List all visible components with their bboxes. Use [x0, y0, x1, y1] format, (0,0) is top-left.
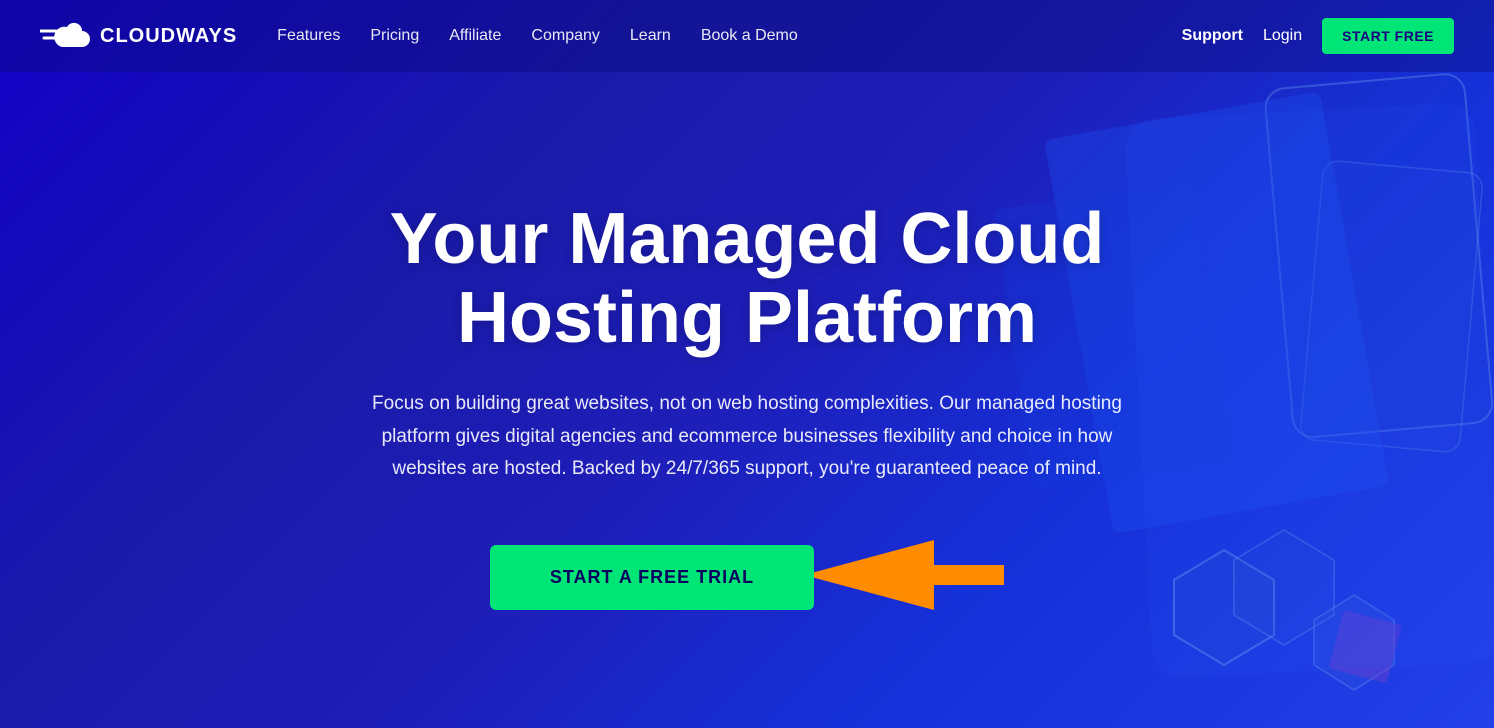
nav-affiliate[interactable]: Affiliate	[449, 27, 501, 45]
nav-company[interactable]: Company	[531, 27, 599, 45]
logo[interactable]: CLOUDWAYS	[40, 19, 237, 53]
nav-book-demo[interactable]: Book a Demo	[701, 27, 798, 45]
navbar-start-free-button[interactable]: START FREE	[1322, 18, 1454, 54]
nav-login[interactable]: Login	[1263, 27, 1302, 45]
navbar-right: Support Login START FREE	[1182, 18, 1454, 54]
hero-subtitle: Focus on building great websites, not on…	[357, 388, 1137, 485]
hero-title: Your Managed Cloud Hosting Platform	[297, 200, 1197, 358]
logo-icon	[40, 19, 90, 53]
start-free-trial-button[interactable]: START A FREE TRIAL	[490, 545, 814, 610]
nav-support[interactable]: Support	[1182, 27, 1243, 45]
nav-features[interactable]: Features	[277, 27, 340, 45]
arrow-container	[804, 535, 1004, 620]
navbar-left: CLOUDWAYS Features Pricing Affiliate Com…	[40, 19, 798, 53]
cta-area: START A FREE TRIAL	[490, 535, 1004, 620]
nav-pricing[interactable]: Pricing	[370, 27, 419, 45]
nav-links: Features Pricing Affiliate Company Learn…	[277, 27, 798, 45]
nav-learn[interactable]: Learn	[630, 27, 671, 45]
brand-name: CLOUDWAYS	[100, 25, 237, 48]
cta-arrow	[804, 535, 1004, 615]
page-wrapper: CLOUDWAYS Features Pricing Affiliate Com…	[0, 0, 1494, 728]
navbar: CLOUDWAYS Features Pricing Affiliate Com…	[0, 0, 1494, 72]
hero-section: Your Managed Cloud Hosting Platform Focu…	[0, 72, 1494, 728]
